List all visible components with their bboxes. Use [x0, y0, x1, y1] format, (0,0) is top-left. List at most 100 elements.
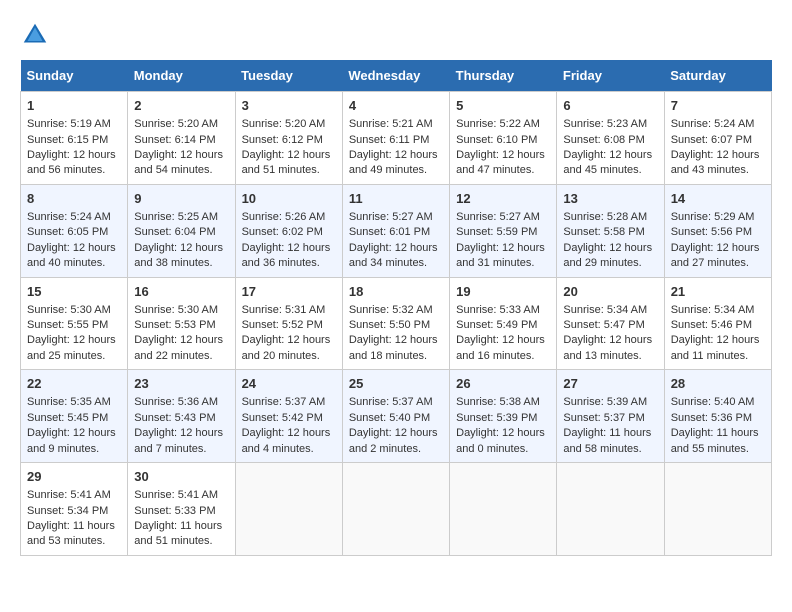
day-number: 21: [671, 283, 765, 301]
calendar-cell: 2 Sunrise: 5:20 AMSunset: 6:14 PMDaylight…: [128, 92, 235, 185]
day-info: Sunset: 5:37 PM: [563, 411, 657, 426]
day-number: 12: [456, 190, 550, 208]
day-info: and 34 minutes.: [349, 256, 443, 271]
day-info: Sunrise: 5:30 AM: [27, 303, 121, 318]
day-info: and 13 minutes.: [563, 349, 657, 364]
day-info: Sunrise: 5:30 AM: [134, 303, 228, 318]
calendar-cell: 28Sunrise: 5:40 AMSunset: 5:36 PMDayligh…: [664, 370, 771, 463]
day-info: Daylight: 12 hours: [349, 333, 443, 348]
day-number: 23: [134, 375, 228, 393]
day-number: 13: [563, 190, 657, 208]
weekday-header-thursday: Thursday: [450, 60, 557, 92]
calendar-header: SundayMondayTuesdayWednesdayThursdayFrid…: [21, 60, 772, 92]
day-number: 29: [27, 468, 121, 486]
day-info: and 22 minutes.: [134, 349, 228, 364]
day-info: Sunset: 5:46 PM: [671, 318, 765, 333]
day-info: Daylight: 12 hours: [134, 148, 228, 163]
day-info: Sunset: 6:02 PM: [242, 225, 336, 240]
day-info: Sunset: 5:59 PM: [456, 225, 550, 240]
day-number: 16: [134, 283, 228, 301]
day-info: Sunrise: 5:34 AM: [563, 303, 657, 318]
day-info: Sunrise: 5:21 AM: [349, 117, 443, 132]
calendar-row: 15Sunrise: 5:30 AMSunset: 5:55 PMDayligh…: [21, 277, 772, 370]
day-info: Sunset: 5:58 PM: [563, 225, 657, 240]
day-info: and 40 minutes.: [27, 256, 121, 271]
day-info: Sunset: 5:43 PM: [134, 411, 228, 426]
day-info: and 36 minutes.: [242, 256, 336, 271]
day-info: Sunset: 5:40 PM: [349, 411, 443, 426]
day-info: Sunrise: 5:33 AM: [456, 303, 550, 318]
day-info: and 58 minutes.: [563, 442, 657, 457]
calendar-row: 8Sunrise: 5:24 AMSunset: 6:05 PMDaylight…: [21, 184, 772, 277]
calendar-cell: [557, 463, 664, 556]
day-info: Sunset: 5:47 PM: [563, 318, 657, 333]
day-info: Daylight: 12 hours: [349, 148, 443, 163]
day-info: Daylight: 12 hours: [242, 241, 336, 256]
day-info: Daylight: 12 hours: [563, 241, 657, 256]
day-info: Daylight: 12 hours: [27, 241, 121, 256]
day-number: 26: [456, 375, 550, 393]
header: [20, 20, 772, 50]
calendar-table: SundayMondayTuesdayWednesdayThursdayFrid…: [20, 60, 772, 556]
calendar-cell: 5Sunrise: 5:22 AMSunset: 6:10 PMDaylight…: [450, 92, 557, 185]
day-number: 1: [27, 97, 121, 115]
calendar-cell: 11Sunrise: 5:27 AMSunset: 6:01 PMDayligh…: [342, 184, 449, 277]
day-info: Daylight: 12 hours: [242, 148, 336, 163]
day-info: Sunset: 6:14 PM: [134, 133, 228, 148]
day-info: Sunset: 5:45 PM: [27, 411, 121, 426]
day-info: Sunrise: 5:20 AM: [134, 117, 228, 132]
day-info: Sunrise: 5:28 AM: [563, 210, 657, 225]
day-info: Sunset: 6:07 PM: [671, 133, 765, 148]
weekday-header-monday: Monday: [128, 60, 235, 92]
calendar-cell: [342, 463, 449, 556]
calendar-cell: 17Sunrise: 5:31 AMSunset: 5:52 PMDayligh…: [235, 277, 342, 370]
day-info: and 47 minutes.: [456, 163, 550, 178]
day-info: Daylight: 12 hours: [456, 241, 550, 256]
calendar-cell: 7Sunrise: 5:24 AMSunset: 6:07 PMDaylight…: [664, 92, 771, 185]
calendar-cell: 3Sunrise: 5:20 AMSunset: 6:12 PMDaylight…: [235, 92, 342, 185]
day-info: Daylight: 12 hours: [671, 148, 765, 163]
calendar-cell: 20Sunrise: 5:34 AMSunset: 5:47 PMDayligh…: [557, 277, 664, 370]
day-info: Daylight: 12 hours: [242, 426, 336, 441]
day-number: 11: [349, 190, 443, 208]
day-info: Sunset: 5:56 PM: [671, 225, 765, 240]
day-number: 10: [242, 190, 336, 208]
day-info: and 9 minutes.: [27, 442, 121, 457]
day-info: and 53 minutes.: [27, 534, 121, 549]
calendar-cell: 30Sunrise: 5:41 AMSunset: 5:33 PMDayligh…: [128, 463, 235, 556]
day-info: Daylight: 12 hours: [134, 426, 228, 441]
day-info: Sunrise: 5:39 AM: [563, 395, 657, 410]
day-info: Sunrise: 5:35 AM: [27, 395, 121, 410]
day-info: Daylight: 12 hours: [456, 148, 550, 163]
calendar-row: 29Sunrise: 5:41 AMSunset: 5:34 PMDayligh…: [21, 463, 772, 556]
calendar-body: 1Sunrise: 5:19 AMSunset: 6:15 PMDaylight…: [21, 92, 772, 556]
day-info: Sunset: 5:49 PM: [456, 318, 550, 333]
day-number: 19: [456, 283, 550, 301]
day-number: 2: [134, 97, 228, 115]
calendar-cell: 14Sunrise: 5:29 AMSunset: 5:56 PMDayligh…: [664, 184, 771, 277]
day-info: Sunset: 5:36 PM: [671, 411, 765, 426]
calendar-cell: 21Sunrise: 5:34 AMSunset: 5:46 PMDayligh…: [664, 277, 771, 370]
day-info: Sunrise: 5:29 AM: [671, 210, 765, 225]
day-info: Daylight: 12 hours: [671, 333, 765, 348]
calendar-cell: [664, 463, 771, 556]
day-number: 4: [349, 97, 443, 115]
day-info: Sunrise: 5:38 AM: [456, 395, 550, 410]
day-info: and 54 minutes.: [134, 163, 228, 178]
day-number: 5: [456, 97, 550, 115]
day-info: Daylight: 12 hours: [27, 426, 121, 441]
day-info: Daylight: 12 hours: [349, 426, 443, 441]
calendar-row: 22Sunrise: 5:35 AMSunset: 5:45 PMDayligh…: [21, 370, 772, 463]
day-info: Daylight: 12 hours: [456, 426, 550, 441]
day-info: Sunrise: 5:27 AM: [349, 210, 443, 225]
day-info: and 55 minutes.: [671, 442, 765, 457]
day-number: 25: [349, 375, 443, 393]
calendar-cell: 18Sunrise: 5:32 AMSunset: 5:50 PMDayligh…: [342, 277, 449, 370]
day-number: 20: [563, 283, 657, 301]
day-info: and 18 minutes.: [349, 349, 443, 364]
logo-icon: [20, 20, 50, 50]
day-info: Daylight: 12 hours: [349, 241, 443, 256]
day-number: 22: [27, 375, 121, 393]
day-info: and 11 minutes.: [671, 349, 765, 364]
day-info: Sunrise: 5:40 AM: [671, 395, 765, 410]
